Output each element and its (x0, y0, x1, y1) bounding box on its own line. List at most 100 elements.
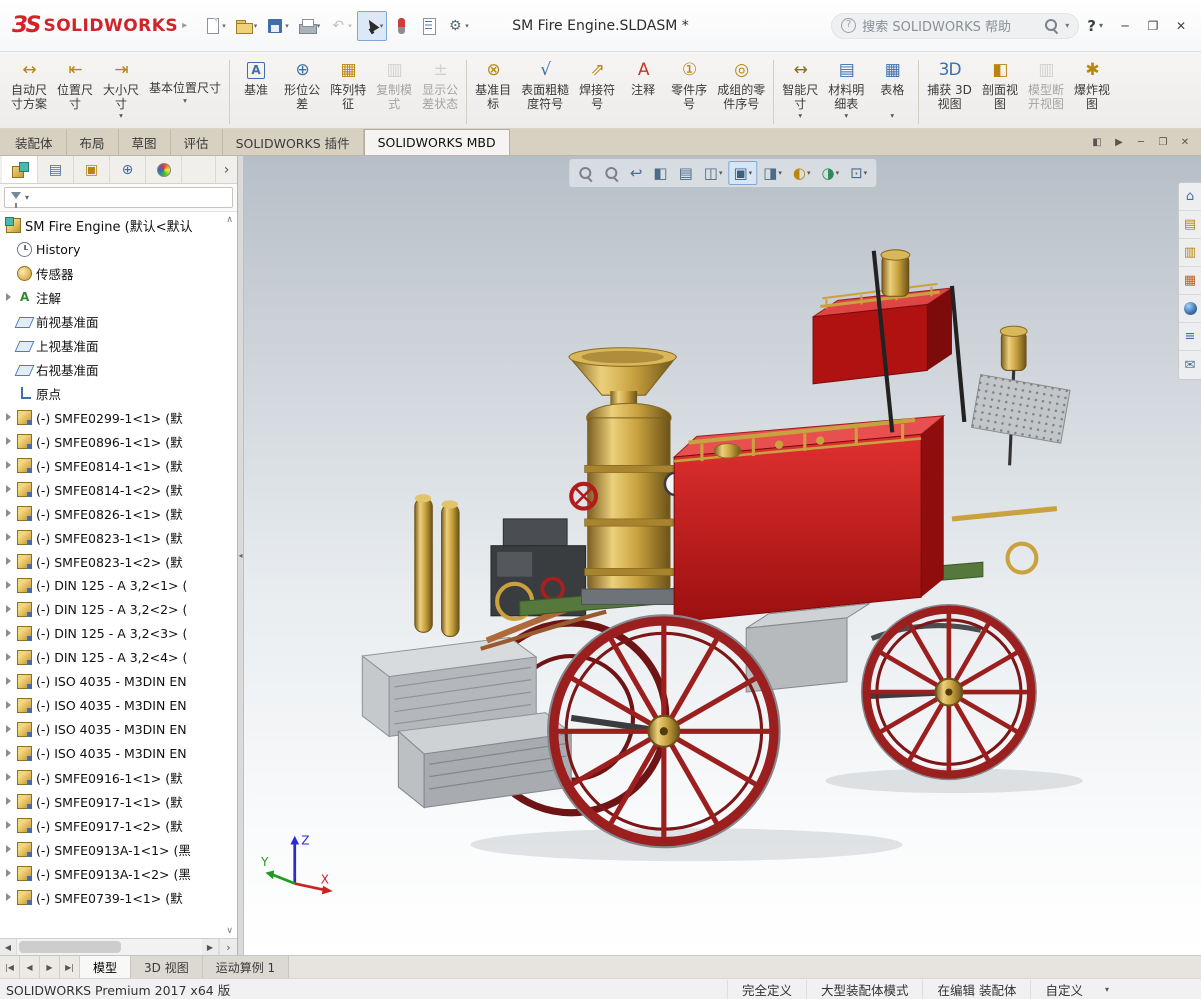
panel-tab-overflow[interactable]: › (215, 156, 237, 183)
document-tab[interactable]: 运动算例 1 (202, 956, 290, 978)
help-menu[interactable]: ? ▾ (1087, 17, 1103, 35)
copy-scheme-button[interactable]: ▥ 复制模式 (371, 56, 417, 112)
section-view-tool-button[interactable]: ◧ (648, 161, 672, 185)
last-tab-button[interactable]: ▶| (60, 956, 80, 978)
expand-icon[interactable] (5, 556, 13, 566)
edit-appearance-button[interactable]: ◐ ▾ (788, 161, 816, 185)
expand-icon[interactable] (5, 460, 13, 470)
first-tab-button[interactable]: |◀ (0, 956, 20, 978)
panel-expand-button[interactable]: › (219, 939, 237, 955)
tree-item[interactable]: (-) ISO 4035 - M3DIN EN (0, 741, 237, 765)
tree-root-item[interactable]: SM Fire Engine (默认<默认 (0, 213, 237, 237)
save-document-button[interactable]: ▾ (262, 11, 293, 41)
zoom-area-button[interactable] (599, 162, 624, 185)
expand-icon[interactable] (5, 700, 13, 710)
displaymanager-tab[interactable] (146, 156, 182, 183)
command-tab[interactable]: 草图 (119, 129, 171, 155)
pattern-feature-button[interactable]: ▦ 阵列特征 (325, 56, 371, 112)
restore-button[interactable]: ❐ (1139, 14, 1167, 38)
prev-tab-button[interactable]: ◀ (20, 956, 40, 978)
command-tab[interactable]: 装配体 (2, 129, 67, 155)
view-orientation-button[interactable]: ▣ ▾ (728, 161, 758, 185)
zoom-fit-button[interactable] (573, 162, 598, 185)
appearances-scenes-tab[interactable] (1179, 295, 1201, 323)
menu-expand-icon[interactable]: ▸ (182, 20, 187, 31)
configurationmanager-tab[interactable]: ▣ (74, 156, 110, 183)
display-style-button[interactable]: ◨ ▾ (758, 161, 787, 185)
previous-view-button[interactable]: ↩ (625, 161, 648, 185)
expand-icon[interactable] (5, 844, 13, 854)
tables-button[interactable]: ▦ 表格 ▾ (869, 56, 915, 121)
tree-item[interactable]: (-) SMFE0916-1<1> (默 (0, 765, 237, 789)
tree-item[interactable]: (-) SMFE0823-1<1> (默 (0, 525, 237, 549)
minimize-button[interactable]: ─ (1111, 14, 1139, 38)
tree-item[interactable]: (-) DIN 125 - A 3,2<4> ( (0, 645, 237, 669)
tree-item[interactable]: 上视基准面 (0, 333, 237, 357)
dynamic-annotation-views-button[interactable]: ▤ (674, 161, 698, 185)
tree-item[interactable]: 原点 (0, 381, 237, 405)
document-tab[interactable]: 模型 (80, 956, 132, 978)
options-button[interactable]: ⚙ ▾ (442, 11, 473, 41)
rebuild-button[interactable] (388, 11, 414, 41)
expand-icon[interactable] (5, 772, 13, 782)
expand-icon[interactable] (5, 628, 13, 638)
view-palette-tab[interactable]: ▦ (1179, 267, 1201, 295)
tree-item[interactable]: 前视基准面 (0, 309, 237, 333)
expand-icon[interactable] (5, 892, 13, 902)
scroll-right-icon[interactable]: ▶ (202, 939, 219, 955)
balloon-button[interactable]: ① 零件序号 (666, 56, 712, 112)
tree-scroll-up[interactable]: ∧ (226, 215, 233, 225)
expand-icon[interactable] (5, 292, 13, 302)
tree-item[interactable]: (-) SMFE0814-1<1> (默 (0, 453, 237, 477)
tree-horizontal-scrollbar[interactable]: ◀ ▶ › (0, 938, 237, 955)
expand-icon[interactable] (5, 676, 13, 686)
solidworks-resources-tab[interactable]: ⌂ (1179, 183, 1201, 211)
tree-item[interactable]: (-) ISO 4035 - M3DIN EN (0, 693, 237, 717)
close-panel-button[interactable]: ✕ (1175, 133, 1195, 151)
design-library-tab[interactable]: ▤ (1179, 211, 1201, 239)
geometric-tolerance-button[interactable]: ⊕ 形位公差 (279, 56, 325, 112)
model-break-view-button[interactable]: ▥ 模型断 开视图 (1023, 56, 1069, 112)
expand-icon[interactable] (5, 580, 13, 590)
featuremanager-tab[interactable] (2, 156, 38, 183)
datum-button[interactable]: A 基准 (233, 56, 279, 112)
expand-icon[interactable] (5, 820, 13, 830)
scroll-left-icon[interactable]: ◀ (0, 939, 17, 955)
location-dimension-button[interactable]: ⇤ 位置尺寸 (52, 56, 98, 112)
size-dimension-button[interactable]: ⇥ 大小尺寸 ▾ (98, 56, 144, 121)
expand-icon[interactable] (5, 508, 13, 518)
file-properties-button[interactable] (415, 11, 441, 41)
apply-scene-button[interactable]: ◑ ▾ (816, 161, 844, 185)
view-settings-button[interactable]: ⊡ ▾ (845, 161, 872, 185)
note-button[interactable]: A 注释 (620, 56, 666, 112)
dock-panel-right-button[interactable]: ▶ (1109, 133, 1129, 151)
status-dropdown-caret-icon[interactable]: ▾ (1097, 985, 1117, 994)
tree-item[interactable]: (-) SMFE0913A-1<1> (黑 (0, 837, 237, 861)
new-document-button[interactable]: ▾ (199, 11, 230, 41)
tree-item[interactable]: (-) ISO 4035 - M3DIN EN (0, 717, 237, 741)
next-tab-button[interactable]: ▶ (40, 956, 60, 978)
smart-dimension-button[interactable]: ↔ 智能尺寸 ▾ (777, 56, 823, 121)
custom-properties-tab[interactable]: ≡ (1179, 323, 1201, 351)
expand-icon[interactable] (5, 436, 13, 446)
scrollbar-thumb[interactable] (19, 941, 121, 953)
auto-dimension-scheme-button[interactable]: ↔ 自动尺 寸方案 (6, 56, 52, 112)
tree-item[interactable]: (-) DIN 125 - A 3,2<2> ( (0, 597, 237, 621)
tree-item[interactable]: (-) SMFE0739-1<1> (默 (0, 885, 237, 909)
command-tab[interactable]: 布局 (67, 129, 119, 155)
document-tab[interactable]: 3D 视图 (131, 956, 203, 978)
minimize-panel-button[interactable]: ─ (1131, 133, 1151, 151)
surface-finish-button[interactable]: √ 表面粗糙 度符号 (516, 56, 574, 112)
show-tolerance-status-button[interactable]: ± 显示公 差状态 (417, 56, 463, 112)
scrollbar-track[interactable] (17, 939, 202, 955)
tree-item[interactable]: (-) SMFE0823-1<2> (默 (0, 549, 237, 573)
tree-item[interactable]: (-) SMFE0896-1<1> (默 (0, 429, 237, 453)
expand-icon[interactable] (5, 412, 13, 422)
tree-item[interactable]: 右视基准面 (0, 357, 237, 381)
select-tool-button[interactable]: ▾ (356, 10, 388, 41)
tree-item[interactable]: (-) SMFE0814-1<2> (默 (0, 477, 237, 501)
tree-item[interactable]: (-) SMFE0917-1<1> (默 (0, 789, 237, 813)
capture-3d-view-button[interactable]: 3D 捕获 3D 视图 (922, 56, 977, 112)
open-document-button[interactable]: ▾ (231, 11, 262, 41)
restore-panel-button[interactable]: ❐ (1153, 133, 1173, 151)
